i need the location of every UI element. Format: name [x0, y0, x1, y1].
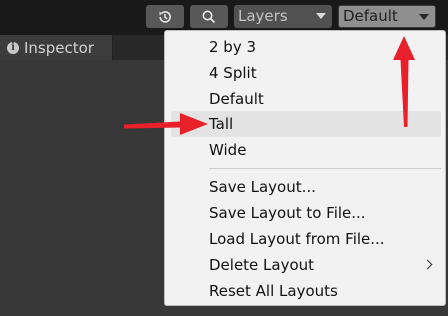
menu-item-tall[interactable]: Tall	[171, 111, 441, 137]
tab-inspector[interactable]: i Inspector	[0, 35, 113, 61]
tab-inspector-label: Inspector	[24, 39, 94, 57]
menu-item-label: Save Layout to File...	[209, 204, 366, 222]
menu-item-label: Tall	[209, 115, 234, 133]
chevron-down-icon	[419, 14, 429, 20]
chevron-down-icon	[316, 13, 326, 19]
layout-dropdown-label: Default	[343, 7, 398, 25]
menu-item-label: Save Layout...	[209, 178, 316, 196]
layout-menu: 2 by 3 4 Split Default Tall Wide Save La…	[164, 30, 446, 306]
menu-item-label: Wide	[209, 141, 247, 159]
history-icon	[159, 10, 171, 23]
chevron-right-icon	[422, 259, 433, 270]
menu-item-reset-all-layouts[interactable]: Reset All Layouts	[171, 278, 441, 304]
layout-dropdown[interactable]: Default	[338, 5, 436, 28]
menu-item-label: Reset All Layouts	[209, 282, 338, 300]
menu-separator	[209, 168, 441, 169]
menu-item-delete-layout[interactable]: Delete Layout	[171, 252, 441, 278]
menu-item-label: Default	[209, 90, 264, 108]
search-button[interactable]	[190, 5, 228, 28]
menu-item-wide[interactable]: Wide	[171, 137, 441, 163]
menu-item-2-by-3[interactable]: 2 by 3	[171, 34, 441, 60]
menu-item-load-layout-from-file[interactable]: Load Layout from File...	[171, 226, 441, 252]
menu-item-label: 4 Split	[209, 64, 257, 82]
menu-item-label: 2 by 3	[209, 38, 257, 56]
menu-item-save-layout[interactable]: Save Layout...	[171, 174, 441, 200]
menu-item-4-split[interactable]: 4 Split	[171, 60, 441, 86]
search-icon	[202, 10, 216, 23]
layers-dropdown-label: Layers	[238, 7, 288, 25]
menu-item-label: Load Layout from File...	[209, 230, 385, 248]
layers-dropdown[interactable]: Layers	[234, 5, 332, 28]
toolbar: Layers Default	[0, 0, 448, 34]
history-button[interactable]	[146, 5, 184, 28]
info-icon: i	[7, 42, 19, 54]
menu-item-label: Delete Layout	[209, 256, 315, 274]
menu-item-default[interactable]: Default	[171, 86, 441, 112]
menu-item-save-layout-to-file[interactable]: Save Layout to File...	[171, 200, 441, 226]
